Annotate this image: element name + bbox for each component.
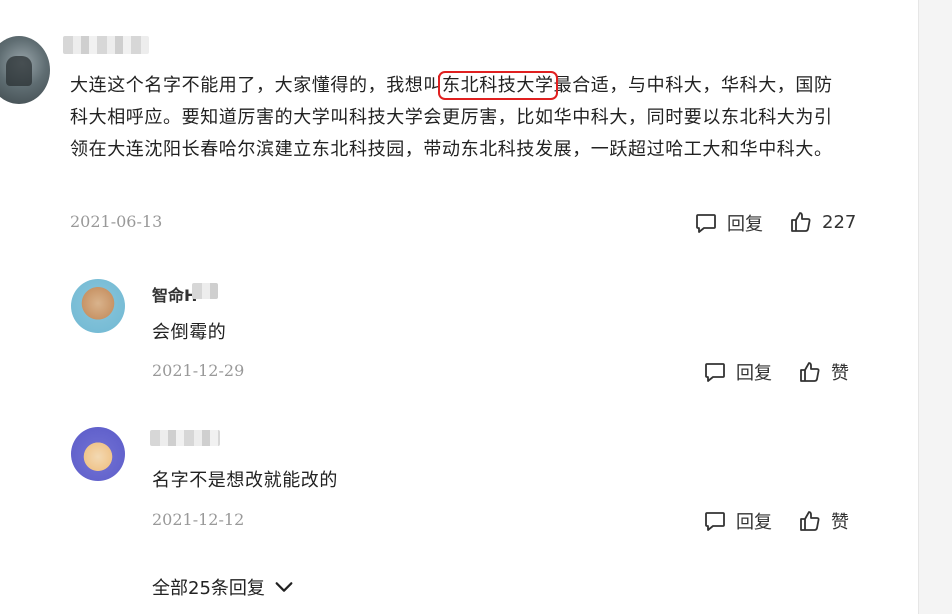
like-button[interactable]: 赞 [798,359,849,385]
thumbs-up-icon [800,511,820,531]
speech-bubble-icon [705,512,725,531]
speech-bubble-icon [696,214,716,233]
commenter-name-blurred [63,36,149,54]
reply-text: 会倒霉的 [152,322,227,343]
commenter-avatar[interactable] [0,36,50,104]
reply-avatar[interactable] [71,279,125,333]
show-all-replies-button[interactable]: 全部25条回复 [152,574,295,600]
comment-text-before: 大连这个名字不能用了，大家懂得的，我想叫 [70,75,442,96]
reply-author-name[interactable]: 智命H [152,282,197,306]
chevron-down-icon [275,582,293,592]
like-label: 赞 [831,512,849,533]
reply-label: 回复 [736,363,772,384]
reply-date: 2021-12-29 [152,361,245,380]
comment-date: 2021-06-13 [70,212,163,231]
reply-button[interactable]: 回复 [703,359,772,385]
reply-author-name-blurred [192,283,218,299]
reply-author-name-blurred [150,430,220,446]
reply-button[interactable]: 回复 [694,210,763,236]
scrollbar[interactable] [918,0,952,614]
thumbs-up-icon [800,362,820,382]
reply-text: 名字不是想改就能改的 [152,470,338,491]
like-button[interactable]: 赞 [798,508,849,534]
reply-avatar[interactable] [71,427,125,481]
thumbs-up-icon [791,212,811,232]
like-button[interactable]: 227 [789,210,856,234]
reply-button[interactable]: 回复 [703,508,772,534]
reply-label: 回复 [736,512,772,533]
reply-date: 2021-12-12 [152,510,245,529]
like-count: 227 [822,211,857,233]
reply-label: 回复 [727,214,763,235]
speech-bubble-icon [705,363,725,382]
comment-text: 大连这个名字不能用了，大家懂得的，我想叫东北科技大学最合适，与中科大，华科大，国… [70,70,850,166]
like-label: 赞 [831,363,849,384]
show-all-replies-label: 全部25条回复 [152,578,265,599]
highlighted-phrase: 东北科技大学 [438,71,558,100]
